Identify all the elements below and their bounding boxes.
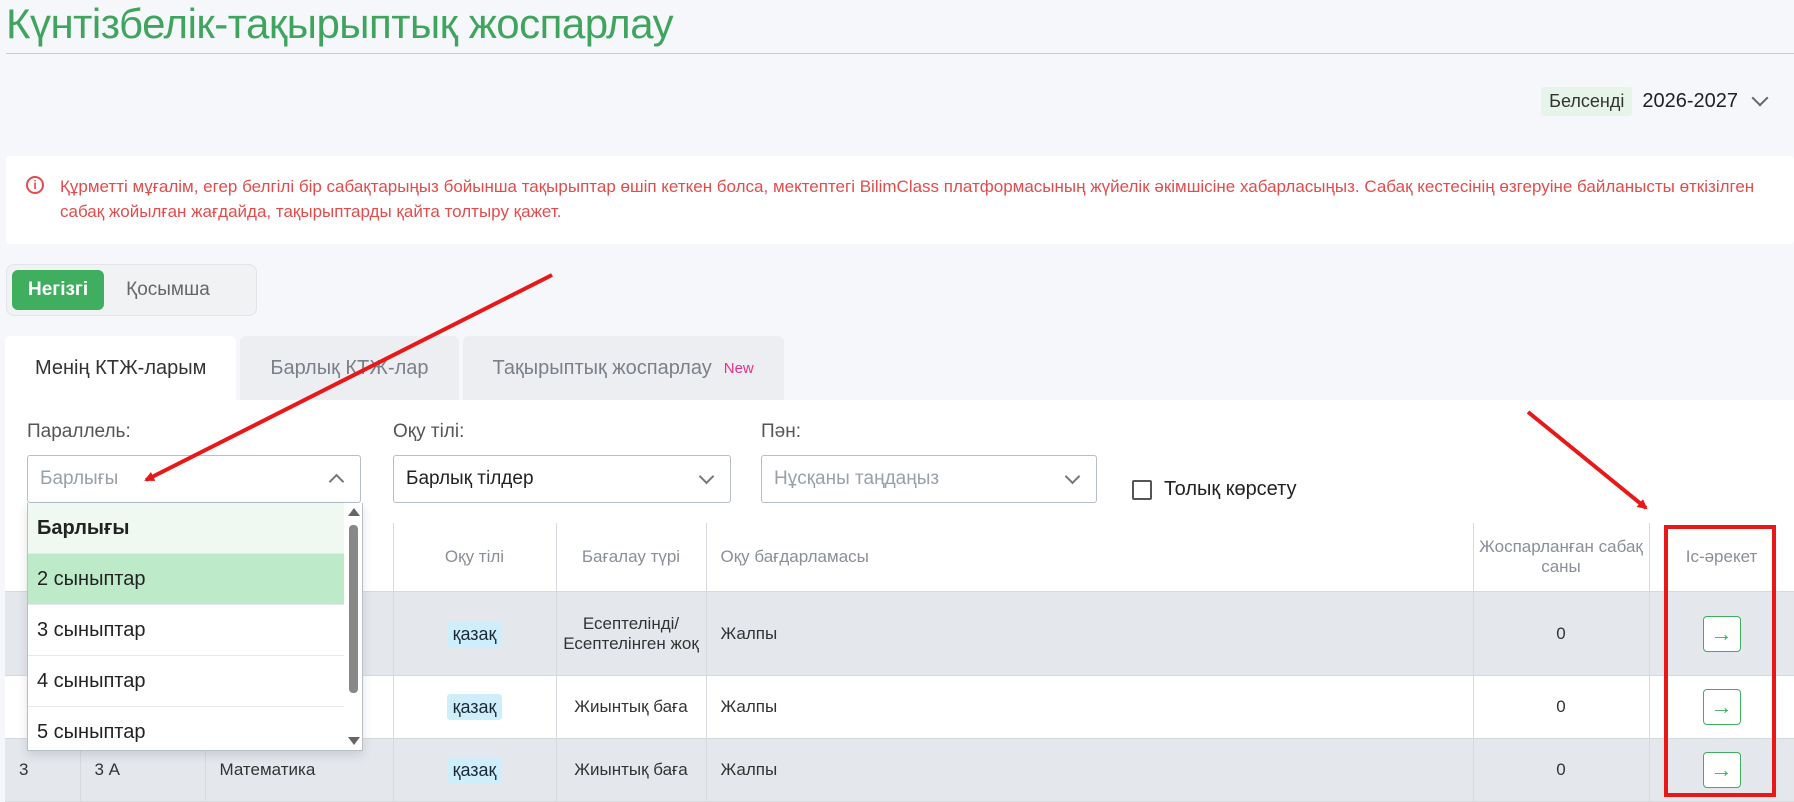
scrollbar-thumb[interactable] xyxy=(349,525,358,693)
cell-language: қазақ xyxy=(393,675,557,739)
segment-extra-button[interactable]: Қосымша xyxy=(110,270,226,310)
cell-program: Жалпы xyxy=(706,675,1474,739)
open-plan-button[interactable]: → xyxy=(1702,752,1741,788)
dropdown-option-grade-5[interactable]: 5 сыныптар xyxy=(28,707,344,750)
parallel-select-value: Барлығы xyxy=(40,468,119,489)
full-show-checkbox-wrap[interactable]: Толық көрсету xyxy=(1132,478,1297,501)
tab-my-plans[interactable]: Менің КТЖ-ларым xyxy=(5,336,237,400)
cell-action: → xyxy=(1649,675,1794,739)
cell-program: Жалпы xyxy=(706,591,1474,676)
chevron-down-icon xyxy=(1064,468,1081,485)
parallel-select[interactable]: Барлығы xyxy=(27,455,361,503)
new-badge: New xyxy=(723,359,754,377)
dropdown-option-grade-4[interactable]: 4 сыныптар xyxy=(28,656,344,707)
chevron-down-icon xyxy=(1751,89,1769,107)
cell-planned: 0 xyxy=(1473,675,1650,739)
cell-program: Жалпы xyxy=(706,738,1474,802)
open-plan-button[interactable]: → xyxy=(1702,615,1741,652)
academic-year-selector[interactable]: Белсенді 2026-2027 xyxy=(1541,86,1772,116)
arrow-right-icon: → xyxy=(1710,620,1733,646)
full-show-label: Толық көрсету xyxy=(1164,478,1297,500)
scroll-down-icon[interactable] xyxy=(348,737,360,745)
alert-text: Құрметті мұғалім, егер белгілі бір сабақ… xyxy=(60,177,1755,221)
dropdown-option-all[interactable]: Барлығы xyxy=(28,503,344,554)
parallel-dropdown-menu: Барлығы 2 сыныптар 3 сыныптар 4 сыныптар… xyxy=(27,503,363,751)
header-program: Оқу бағдарламасы xyxy=(706,523,1474,592)
parallel-label: Параллель: xyxy=(27,421,131,442)
chevron-down-icon xyxy=(698,468,715,485)
alert-banner: i Құрметті мұғалім, егер белгілі бір саб… xyxy=(6,156,1794,244)
plan-type-segment: Негізгі Қосымша xyxy=(6,264,257,316)
tab-thematic-label: Тақырыптық жоспарлау xyxy=(492,356,712,379)
dropdown-scrollbar[interactable] xyxy=(346,503,360,750)
cell-assessment: Есептелінді/ Есептелінген жоқ xyxy=(556,591,707,676)
header-assessment: Бағалау түрі xyxy=(556,523,707,592)
subject-select-value: Нұсқаны таңдаңыз xyxy=(774,468,940,489)
academic-year-value: 2026-2027 xyxy=(1642,89,1738,112)
chevron-up-icon xyxy=(328,473,345,490)
scroll-up-icon[interactable] xyxy=(348,508,360,516)
language-select-value: Барлық тілдер xyxy=(406,468,534,489)
header-action: Іс-әрекет xyxy=(1649,523,1794,592)
arrow-right-icon: → xyxy=(1710,757,1733,782)
full-show-checkbox[interactable] xyxy=(1132,479,1152,500)
arrow-right-icon: → xyxy=(1710,694,1733,719)
dropdown-option-grade-2[interactable]: 2 сыныптар xyxy=(28,554,344,605)
language-label: Оқу тілі: xyxy=(393,421,465,442)
cell-language: қазақ xyxy=(393,591,557,676)
title-divider xyxy=(6,53,1794,54)
language-tag: қазақ xyxy=(446,620,503,647)
subject-label: Пән: xyxy=(761,421,801,442)
tab-all-plans[interactable]: Барлық КТЖ-лар xyxy=(240,336,459,400)
cell-assessment: Жиынтық баға xyxy=(556,675,707,739)
tabs: Менің КТЖ-ларым Барлық КТЖ-лар Тақырыпты… xyxy=(5,336,784,400)
language-tag: қазақ xyxy=(446,757,503,783)
dropdown-option-grade-3[interactable]: 3 сыныптар xyxy=(28,605,344,656)
subject-select[interactable]: Нұсқаны таңдаңыз xyxy=(761,455,1097,503)
active-badge: Белсенді xyxy=(1541,86,1633,116)
header-language: Оқу тілі xyxy=(393,523,557,592)
open-plan-button[interactable]: → xyxy=(1702,689,1741,725)
cell-action: → xyxy=(1649,591,1794,676)
cell-language: қазақ xyxy=(393,738,557,802)
info-circle-icon: i xyxy=(26,176,44,194)
segment-main-button[interactable]: Негізгі xyxy=(12,270,105,310)
language-select[interactable]: Барлық тілдер xyxy=(393,455,731,503)
language-tag: қазақ xyxy=(446,694,503,720)
page-title: Күнтізбелік-тақырыптық жоспарлау xyxy=(6,0,674,47)
cell-assessment: Жиынтық баға xyxy=(556,738,707,802)
cell-action: → xyxy=(1649,738,1794,802)
cell-planned: 0 xyxy=(1473,738,1650,802)
cell-planned: 0 xyxy=(1473,591,1650,676)
tab-thematic-planning[interactable]: Тақырыптық жоспарлау New xyxy=(462,336,784,400)
header-planned: Жоспарланған сабақ саны xyxy=(1473,523,1650,592)
